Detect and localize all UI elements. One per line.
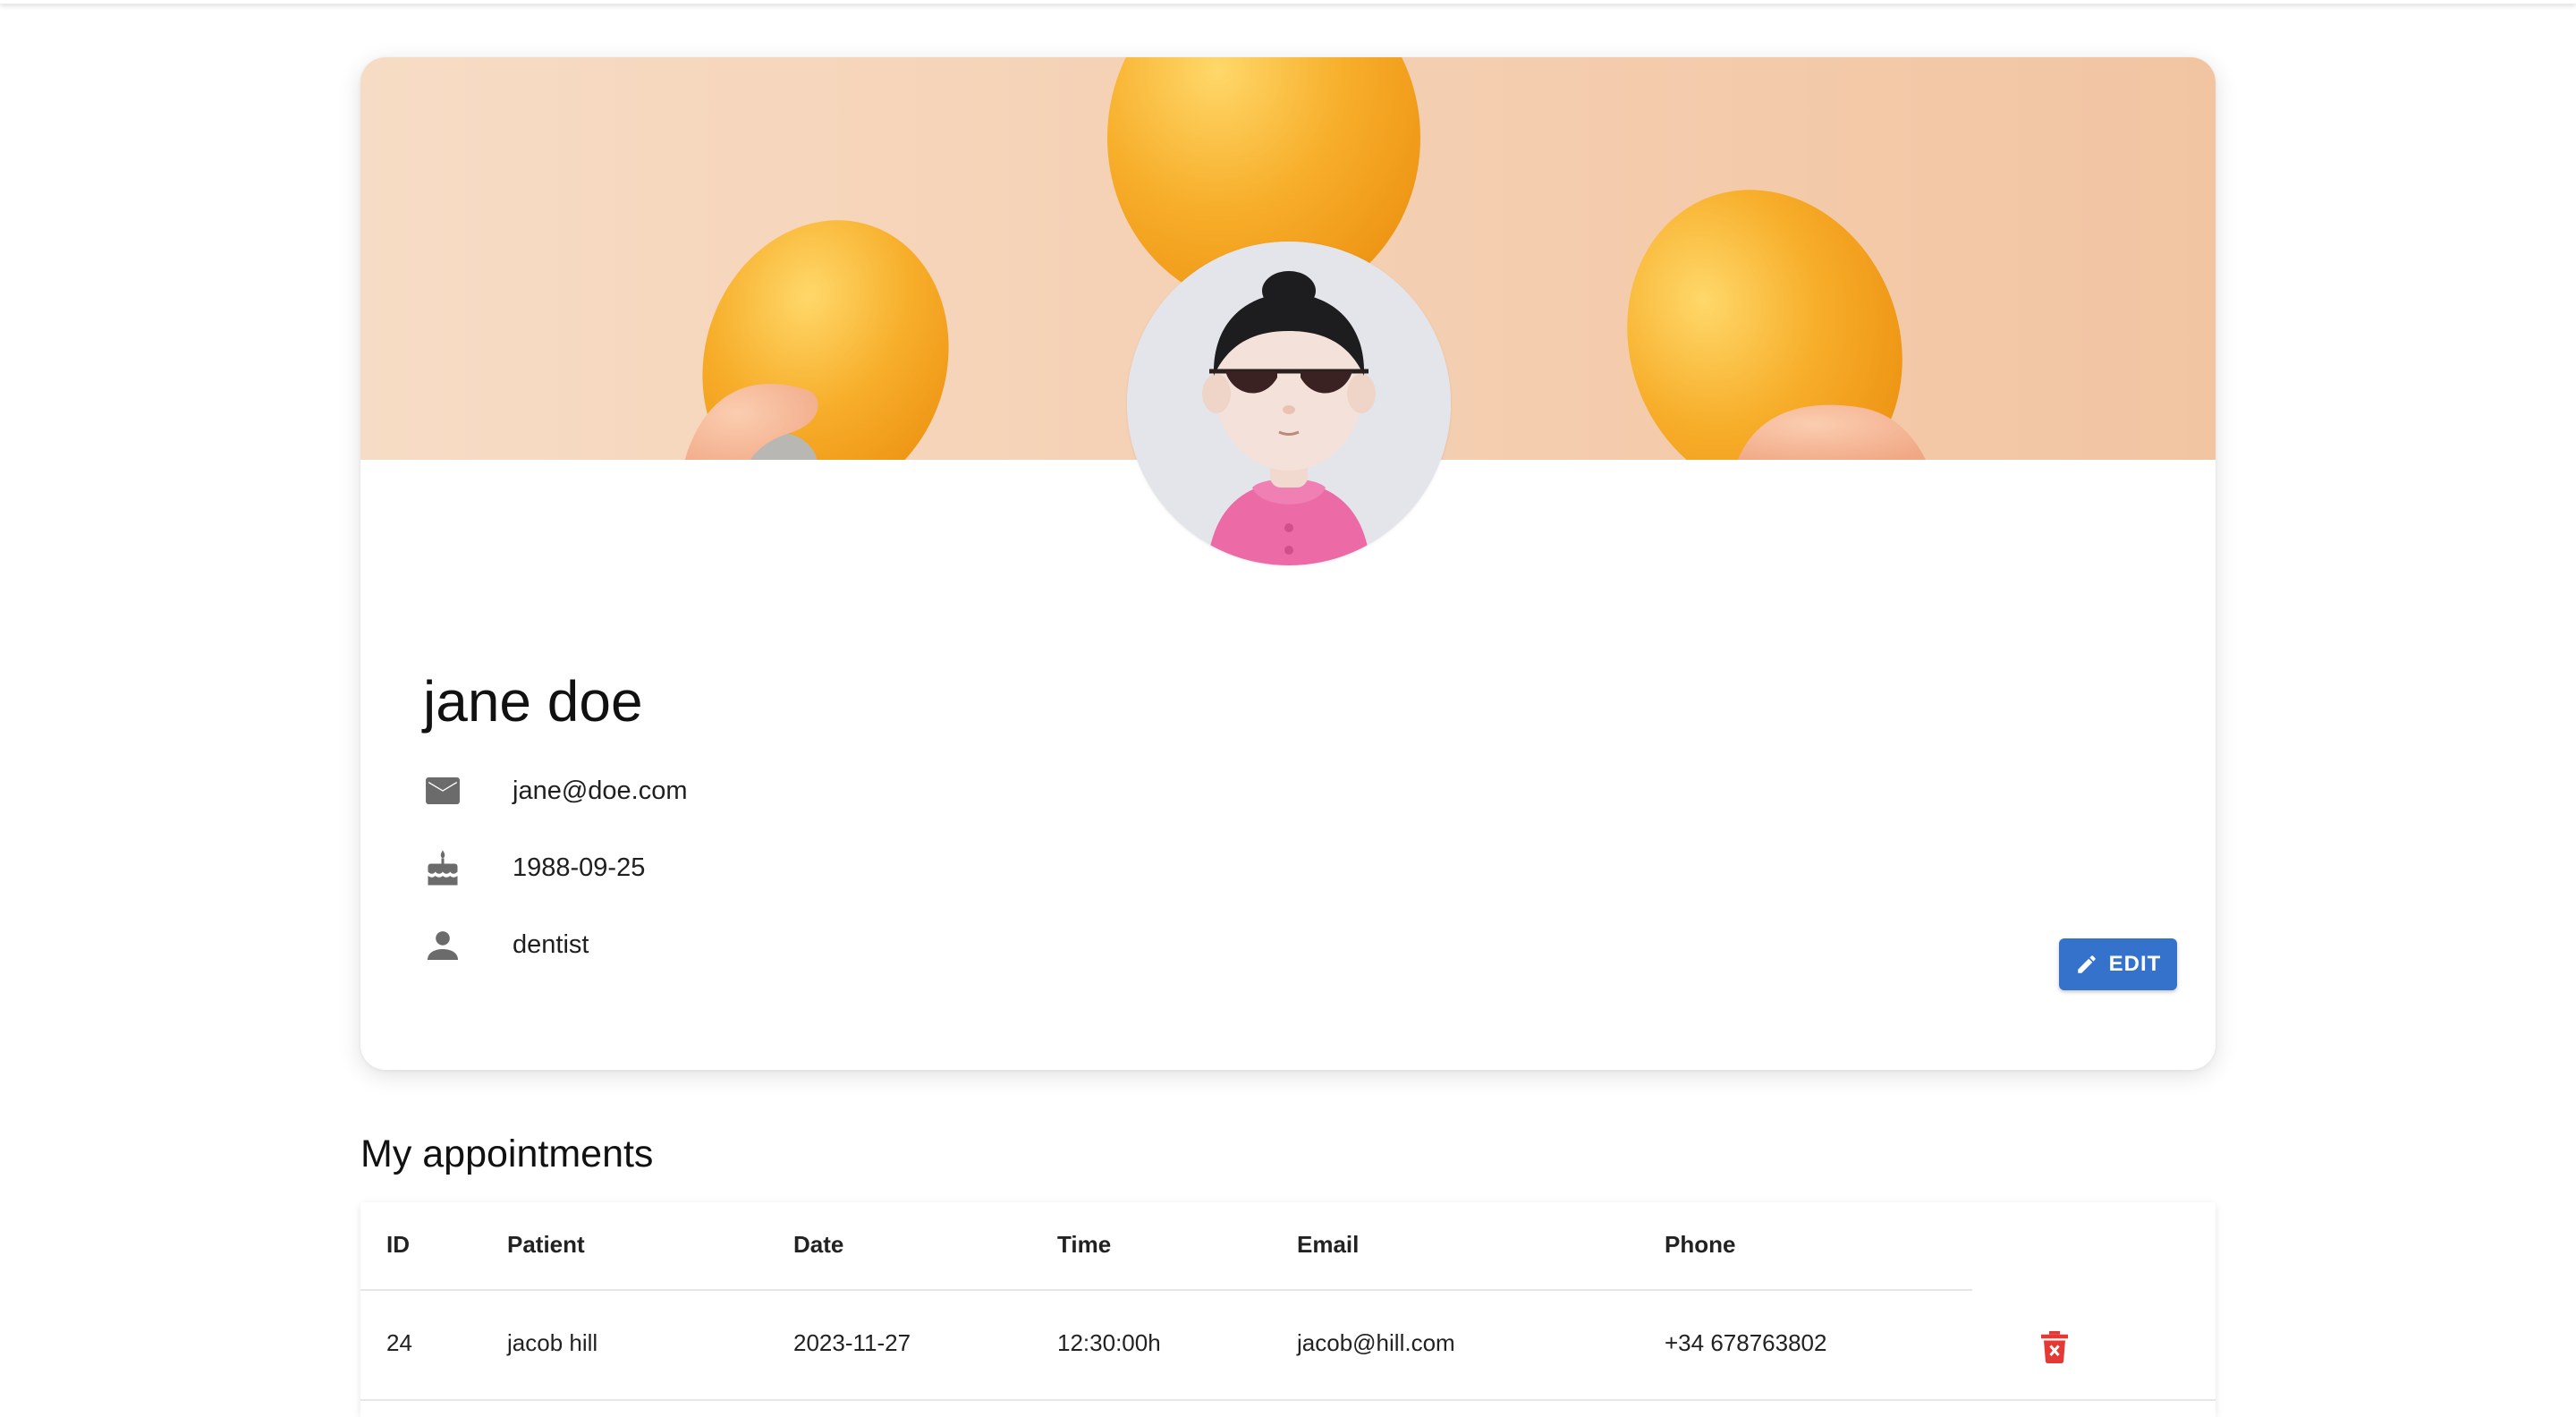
header-divider: [360, 1289, 1972, 1291]
column-header-email: Email: [1297, 1231, 1360, 1258]
cell-id: 24: [386, 1329, 412, 1356]
column-header-patient: Patient: [507, 1231, 585, 1258]
column-header-date: Date: [793, 1231, 844, 1258]
birthdate-value: 1988-09-25: [513, 853, 646, 882]
appointments-table: ID Patient Date Time Email Phone 24 jaco…: [360, 1202, 2216, 1417]
column-header-id: ID: [386, 1231, 410, 1258]
cell-date: 2023-11-27: [793, 1329, 911, 1356]
person-icon: [423, 925, 462, 964]
profile-card: jane doe jane@doe.com 1988-09-25 dentist…: [360, 57, 2216, 1070]
email-row: jane@doe.com: [423, 764, 688, 818]
edit-button-label: EDIT: [2108, 952, 2162, 976]
avatar: [1127, 242, 1451, 565]
appointments-heading: My appointments: [360, 1133, 654, 1175]
profile-name: jane doe: [423, 669, 643, 734]
cell-email: jacob@hill.com: [1297, 1329, 1455, 1356]
delete-appointment-button[interactable]: [2033, 1326, 2076, 1369]
pencil-icon: [2075, 953, 2098, 976]
role-value: dentist: [513, 929, 589, 959]
email-value: jane@doe.com: [513, 776, 688, 805]
column-header-phone: Phone: [1665, 1231, 1736, 1258]
trash-icon: [2041, 1331, 2068, 1363]
top-app-bar-edge: [0, 0, 2576, 4]
cake-icon: [423, 848, 462, 887]
mail-icon: [423, 771, 462, 810]
column-header-time: Time: [1057, 1231, 1112, 1258]
cell-phone: +34 678763802: [1665, 1329, 1827, 1356]
cell-time: 12:30:00h: [1057, 1329, 1161, 1356]
row-divider: [360, 1399, 2216, 1401]
birthdate-row: 1988-09-25: [423, 841, 645, 895]
role-row: dentist: [423, 918, 589, 972]
edit-profile-button[interactable]: EDIT: [2059, 938, 2177, 990]
cell-patient: jacob hill: [507, 1329, 598, 1356]
